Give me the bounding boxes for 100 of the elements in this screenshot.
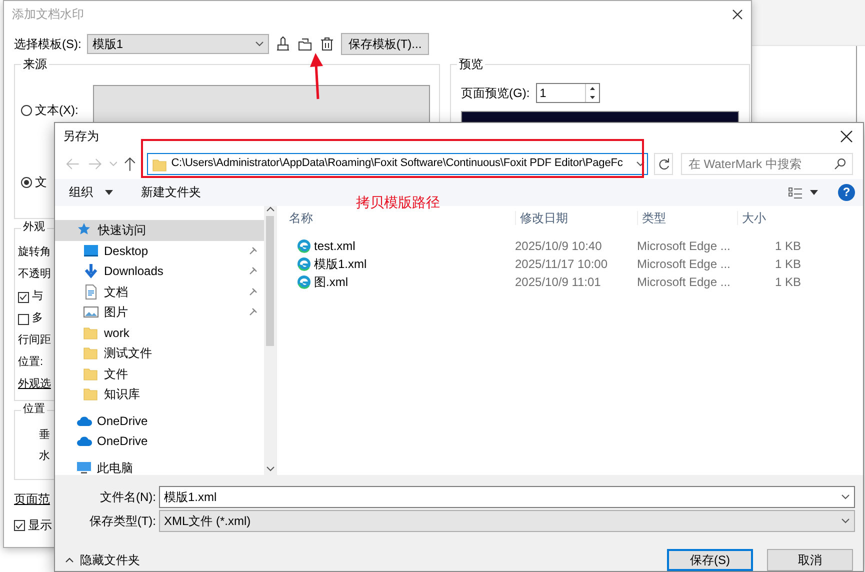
save-button[interactable]: 保存(S) — [667, 549, 753, 571]
scroll-up-icon[interactable] — [266, 206, 274, 212]
document-icon — [83, 284, 99, 300]
filetype-select[interactable]: XML文件 (*.xml) — [159, 510, 855, 532]
group-title: 预览 — [457, 57, 485, 72]
caret-icon[interactable] — [841, 494, 850, 500]
caret-icon[interactable] — [636, 161, 645, 167]
nav-item[interactable]: work — [55, 322, 264, 343]
search-field[interactable]: 在 WaterMark 中搜索 — [681, 153, 854, 175]
field-label: 水 — [39, 450, 50, 464]
field-label: 位置: — [18, 356, 44, 370]
desktop-icon — [83, 242, 99, 259]
file-date: 2025/10/9 11:01 — [515, 274, 602, 290]
pin-icon[interactable] — [248, 286, 258, 297]
template-label: 选择模板(S): — [14, 36, 82, 52]
checkbox[interactable] — [18, 292, 29, 302]
file-name[interactable]: 模版1.xml — [285, 256, 515, 272]
caret-icon[interactable] — [841, 518, 850, 524]
search-icon — [834, 158, 846, 170]
file-name[interactable]: 图.xml — [285, 274, 515, 290]
nav-item[interactable]: 知识库 — [55, 384, 264, 404]
checkbox-label: 与 — [32, 290, 43, 304]
caret-icon — [255, 41, 264, 47]
field-label: 保存类型(T): — [88, 514, 157, 528]
nav-item[interactable]: 测试文件 — [55, 343, 264, 364]
template-select[interactable]: 模版1 — [87, 34, 270, 54]
nav-item[interactable]: 快速访问 — [55, 220, 264, 240]
picture-icon — [83, 304, 99, 320]
annotation-text: 拷贝模版路径 — [356, 194, 440, 211]
edge-file-icon — [297, 256, 311, 271]
download-arrow-icon — [83, 263, 99, 280]
nav-item[interactable]: Desktop — [55, 240, 264, 261]
pin-icon[interactable] — [248, 266, 258, 276]
path-field[interactable]: C:\Users\Administrator\AppData\Roaming\Foxit Software\Continuous\Foxit PDF Editor\PageFc — [147, 153, 648, 175]
pin-icon[interactable] — [248, 307, 258, 318]
caret-icon[interactable] — [105, 190, 113, 195]
field-label: 垂 — [39, 429, 50, 442]
file-type: Microsoft Edge ... — [637, 256, 732, 272]
computer-icon — [76, 460, 92, 475]
hide-folders-toggle[interactable]: 隐藏文件夹 — [65, 552, 140, 568]
column-header[interactable]: 修改日期 — [515, 210, 637, 226]
group-title: 来源 — [21, 57, 49, 72]
folder-icon — [83, 366, 99, 382]
up-arrow-icon[interactable] — [123, 156, 138, 172]
caret-icon — [65, 556, 74, 563]
cancel-button[interactable]: 取消 — [767, 549, 853, 571]
nav-item[interactable]: 图片 — [55, 302, 264, 322]
refresh-icon[interactable] — [658, 158, 670, 170]
radio-label: 文本(X): — [35, 103, 78, 118]
page-range-link[interactable]: 页面范 — [14, 492, 50, 506]
delete-icon[interactable] — [319, 36, 336, 52]
file-type: Microsoft Edge ... — [637, 274, 732, 290]
new-folder-button[interactable]: 新建文件夹 — [141, 185, 201, 200]
close-icon[interactable] — [732, 8, 743, 20]
filename-field[interactable]: 模版1.xml — [159, 486, 855, 508]
file-size: 1 KB — [774, 274, 802, 290]
nav-item[interactable]: 文件 — [55, 364, 264, 384]
caret-icon[interactable] — [810, 190, 818, 195]
view-icon[interactable] — [788, 186, 804, 200]
checkbox[interactable] — [14, 520, 25, 532]
import-icon[interactable] — [275, 36, 292, 52]
organize-menu[interactable]: 组织 — [69, 185, 93, 200]
save-template-button[interactable]: 保存模板(T)... — [341, 33, 429, 55]
column-header[interactable]: 类型 — [637, 210, 737, 226]
checkbox[interactable] — [18, 314, 29, 324]
column-header[interactable]: 名称 — [285, 210, 515, 226]
page-spinner[interactable]: 1 — [536, 83, 600, 103]
nav-item[interactable]: 文档 — [55, 282, 264, 302]
radio-label: 文 — [35, 175, 47, 190]
folder-icon — [83, 324, 99, 341]
checkbox-label: 多 — [32, 312, 43, 326]
radio-button[interactable] — [21, 176, 32, 188]
refresh-button[interactable] — [654, 153, 674, 175]
file-date: 2025/11/17 10:00 — [515, 256, 609, 272]
file-date: 2025/10/9 10:40 — [515, 238, 603, 254]
nav-item[interactable]: 此电脑 — [55, 458, 264, 475]
column-header[interactable]: 大小 — [737, 210, 805, 226]
group-title: 外观 — [21, 221, 47, 234]
folder-icon — [152, 156, 168, 172]
export-folder-icon[interactable] — [297, 36, 314, 52]
help-button[interactable]: ? — [838, 184, 855, 201]
edge-file-icon — [297, 274, 311, 289]
close-icon[interactable] — [840, 130, 853, 142]
radio-button[interactable] — [21, 104, 32, 116]
file-name[interactable]: test.xml — [285, 238, 515, 254]
nav-item[interactable]: OneDrive — [55, 431, 264, 452]
field-label: 旋转角 — [18, 246, 51, 260]
nav-item[interactable]: Downloads — [55, 261, 264, 282]
edge-file-icon — [297, 238, 311, 253]
field-label: 文件名(N): — [99, 490, 157, 504]
field-label: 不透明 — [18, 268, 51, 282]
group-title: 位置 — [21, 403, 47, 416]
dialog-title: 另存为 — [63, 128, 99, 144]
folder-icon — [83, 345, 99, 362]
nav-item[interactable]: OneDrive — [55, 410, 264, 431]
pin-icon[interactable] — [248, 246, 258, 256]
scrollbar-thumb[interactable] — [266, 216, 274, 346]
checkbox-label: 显示 — [28, 518, 52, 533]
scroll-down-icon[interactable] — [266, 466, 274, 472]
options-link[interactable]: 外观选 — [18, 378, 51, 392]
